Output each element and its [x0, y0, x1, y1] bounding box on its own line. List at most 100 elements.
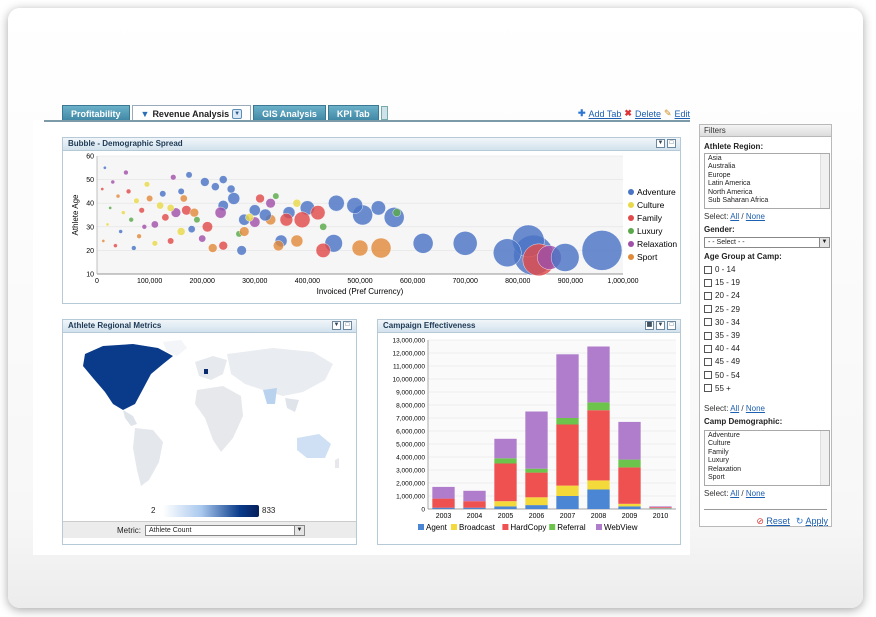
select-none-link[interactable]: None — [746, 212, 765, 221]
scrollbar[interactable] — [820, 431, 829, 485]
list-item[interactable]: Adventure — [708, 432, 826, 440]
scrollbar[interactable] — [820, 154, 829, 208]
campaign-chart-panel: Campaign Effectiveness ▦ ▼ □ 0 1,000,000 2… — [377, 319, 681, 545]
age-group-checkbox-row[interactable]: 15 - 19 — [704, 278, 740, 287]
bubble-point — [453, 231, 478, 256]
checkbox[interactable] — [704, 331, 712, 340]
list-item[interactable]: North America — [708, 189, 826, 197]
tab-underline — [44, 120, 690, 122]
metric-bar: Metric: Athlete Count ▼ — [63, 521, 356, 538]
list-item[interactable]: Sport — [708, 474, 826, 482]
metric-select[interactable]: Athlete Count ▼ — [145, 525, 305, 536]
age-group-checkbox-row[interactable]: 50 - 54 — [704, 371, 740, 380]
region-listbox[interactable]: Asia Australia Europe Latin America Nort… — [704, 153, 830, 209]
panel-menu-icon[interactable]: ▼ — [656, 139, 665, 148]
add-tab-link[interactable]: Add Tab — [589, 109, 622, 119]
tab-actions: ✚ Add Tab ✖ Delete ✎ Edit — [578, 108, 690, 119]
tab-profitability[interactable]: Profitability — [62, 105, 130, 121]
bar-segment — [432, 498, 455, 508]
apply-action[interactable]: ↻ Apply — [796, 516, 828, 527]
list-item[interactable]: Luxury — [708, 457, 826, 465]
maximize-icon[interactable]: □ — [667, 139, 676, 148]
apply-link[interactable]: Apply — [805, 516, 828, 526]
panel-title: Bubble - Demographic Spread — [68, 139, 183, 148]
bar-segment — [587, 489, 610, 509]
list-item[interactable]: Latin America — [708, 180, 826, 188]
checkbox[interactable] — [704, 318, 712, 327]
bubble-point — [293, 211, 311, 228]
tab-menu-dropdown-icon[interactable]: ▼ — [232, 108, 243, 119]
legend-marker — [628, 228, 634, 234]
y-tick-label: 60 — [86, 154, 94, 161]
bubble-point — [187, 225, 196, 233]
list-item[interactable]: Asia — [708, 155, 826, 163]
checkbox[interactable] — [704, 305, 712, 314]
list-item[interactable]: Relaxation — [708, 466, 826, 474]
maximize-icon[interactable]: □ — [667, 321, 676, 330]
edit-tab-link[interactable]: Edit — [675, 109, 691, 119]
tab-revenue-analysis[interactable]: ▼ Revenue Analysis ▼ — [131, 105, 252, 121]
select-all-link[interactable]: All — [730, 489, 739, 498]
age-group-checkbox-row[interactable]: 40 - 44 — [704, 344, 740, 353]
tab-kpi[interactable]: KPI Tab — [327, 105, 379, 121]
age-group-checkbox-row[interactable]: 55 + — [704, 384, 731, 393]
select-none-link[interactable]: None — [746, 489, 765, 498]
checkbox-label: 55 + — [715, 383, 731, 393]
bar-segment — [432, 507, 455, 509]
age-group-checkbox-row[interactable]: 25 - 29 — [704, 305, 740, 314]
select-none-link[interactable]: None — [746, 404, 765, 413]
checkbox[interactable] — [704, 344, 712, 353]
bubble-point — [185, 171, 193, 179]
list-item[interactable]: Europe — [708, 172, 826, 180]
select-all-link[interactable]: All — [730, 212, 739, 221]
gender-select[interactable]: - - Select - - ▼ — [704, 237, 830, 248]
panel-title: Athlete Regional Metrics — [68, 321, 162, 330]
panel-menu-icon[interactable]: ▼ — [656, 321, 665, 330]
map-panel: Athlete Regional Metrics ▼ □ 2 833 Metri… — [62, 319, 357, 545]
checkbox[interactable] — [704, 291, 712, 300]
bubble-point — [208, 243, 218, 253]
checkbox[interactable] — [704, 265, 712, 274]
reset-link[interactable]: Reset — [766, 516, 790, 526]
age-group-checkbox-row[interactable]: 30 - 34 — [704, 318, 740, 327]
bar-segment — [618, 467, 641, 504]
checkbox[interactable] — [704, 278, 712, 287]
x-tick-label: 0 — [95, 278, 99, 285]
reset-action[interactable]: ⊘ Reset — [756, 516, 790, 527]
list-item[interactable]: Sub Saharan Africa — [708, 197, 826, 205]
camp-listbox[interactable]: Adventure Culture Family Luxury Relaxati… — [704, 430, 830, 486]
table-view-icon[interactable]: ▦ — [645, 321, 654, 330]
list-item[interactable]: Australia — [708, 163, 826, 171]
filters-divider — [704, 509, 827, 510]
select-all-link[interactable]: All — [730, 404, 739, 413]
map-region-asia — [227, 348, 333, 396]
panel-menu-icon[interactable]: ▼ — [332, 321, 341, 330]
bubble-point — [143, 181, 150, 188]
age-group-checkbox-row[interactable]: 0 - 14 — [704, 265, 735, 274]
legend-label: Referral — [557, 523, 586, 532]
age-group-checkbox-row[interactable]: 20 - 24 — [704, 291, 740, 300]
age-group-checkbox-row[interactable]: 45 - 49 — [704, 357, 740, 366]
y-tick-label: 5,000,000 — [396, 442, 425, 449]
y-tick-label: 10,000,000 — [392, 377, 425, 384]
bubble-point — [146, 195, 154, 202]
maximize-icon[interactable]: □ — [343, 321, 352, 330]
checkbox[interactable] — [704, 384, 712, 393]
delete-tab-link[interactable]: Delete — [635, 109, 661, 119]
bubble-point — [370, 237, 392, 259]
bubble-point — [292, 199, 302, 208]
list-item[interactable]: Family — [708, 449, 826, 457]
bar-segment — [618, 421, 641, 460]
bar-segment — [587, 402, 610, 411]
tab-scroll-handle[interactable] — [380, 106, 388, 120]
tab-gis-analysis[interactable]: GIS Analysis — [253, 105, 326, 121]
checkbox[interactable] — [704, 357, 712, 366]
y-tick-label: 13,000,000 — [392, 338, 425, 345]
age-group-checkbox-row[interactable]: 35 - 39 — [704, 331, 740, 340]
checkbox[interactable] — [704, 371, 712, 380]
list-item[interactable]: Culture — [708, 440, 826, 448]
x-tick-label: 1,000,000 — [607, 278, 638, 285]
world-map[interactable] — [63, 334, 356, 506]
x-tick-label: 300,000 — [242, 278, 267, 285]
bar-segment — [494, 463, 517, 502]
